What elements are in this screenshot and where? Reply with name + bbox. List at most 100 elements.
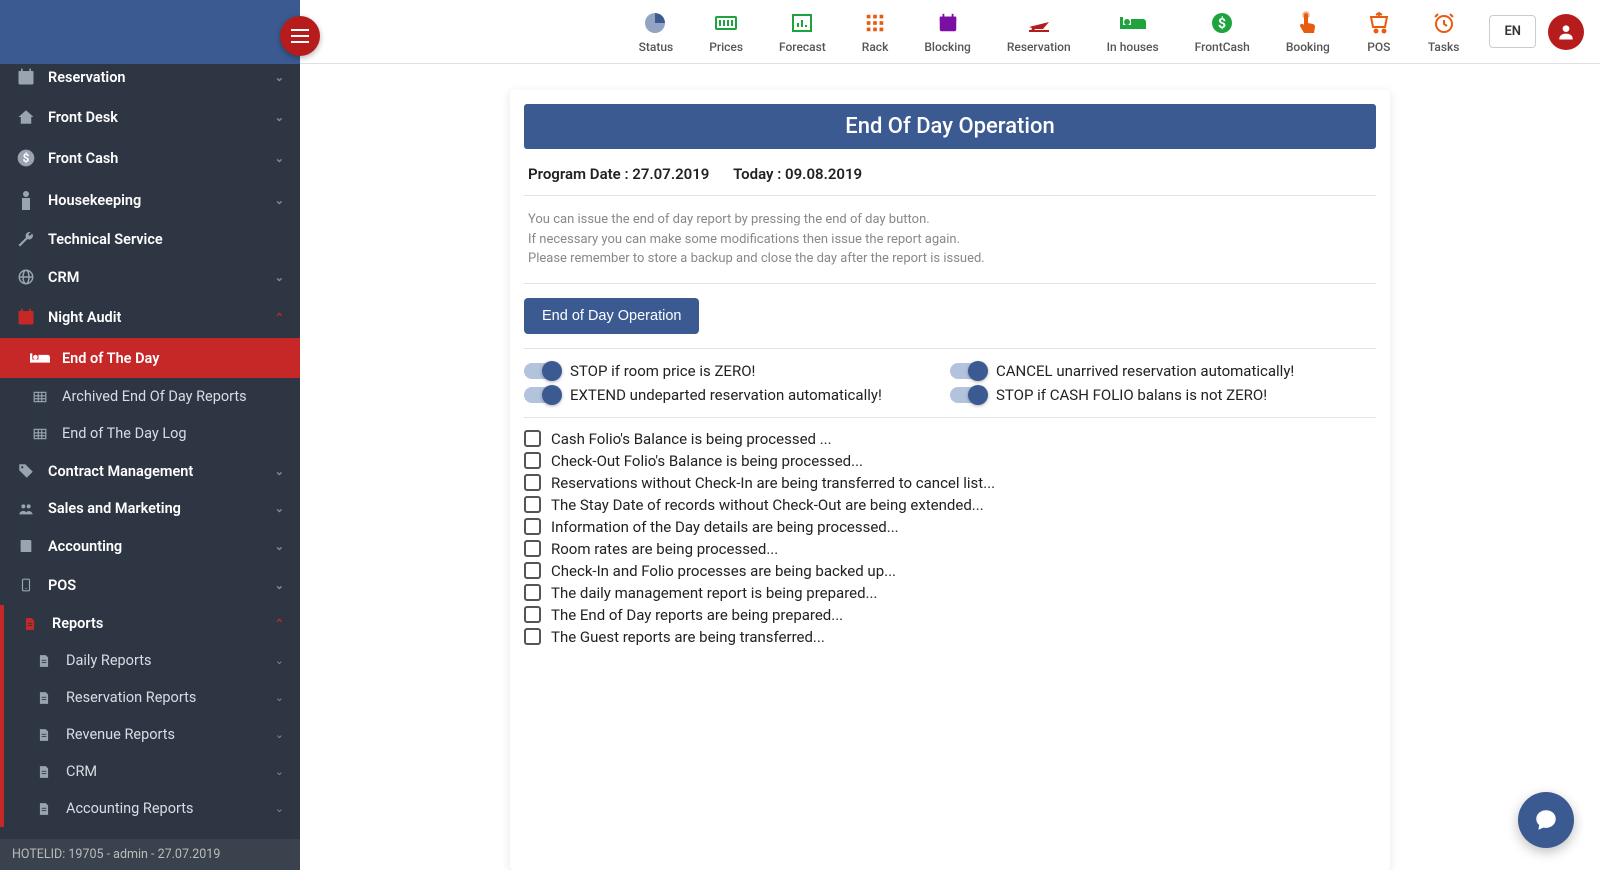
nav-frontcash[interactable]: $FrontCash <box>1177 10 1268 54</box>
globe-icon <box>16 268 36 286</box>
sidebar-item-label: Night Audit <box>48 309 275 326</box>
nav-label: Prices <box>709 40 743 54</box>
money-icon <box>713 10 739 36</box>
chevron-down-icon: ⌄ <box>275 71 284 84</box>
doc-icon <box>34 764 54 780</box>
sidebar-item-label: Contract Management <box>48 463 275 480</box>
chevron-down-icon: ⌄ <box>275 111 284 124</box>
sidebar-item-daily-reports[interactable]: Daily Reports⌄ <box>0 642 300 679</box>
nav-booking[interactable]: Booking <box>1268 10 1348 54</box>
doc-icon <box>20 616 40 632</box>
grid-icon <box>862 10 888 36</box>
card-title: End Of Day Operation <box>524 104 1376 149</box>
checkbox-icon <box>524 606 541 623</box>
nav-status[interactable]: Status <box>621 10 692 54</box>
user-avatar[interactable] <box>1548 14 1584 50</box>
doc-icon <box>34 801 54 817</box>
checkbox-icon <box>524 496 541 513</box>
chevron-down-icon: ⌄ <box>275 502 284 515</box>
nav-in-houses[interactable]: In houses <box>1089 10 1177 54</box>
nav-tasks[interactable]: Tasks <box>1410 10 1478 54</box>
hint-line: Please remember to store a backup and cl… <box>528 249 1372 269</box>
progress-checklist: Cash Folio's Balance is being processed … <box>524 418 1376 654</box>
progress-row: Check-Out Folio's Balance is being proce… <box>524 450 1376 472</box>
toggle-switch[interactable] <box>950 363 984 379</box>
nav-forecast[interactable]: Forecast <box>761 10 844 54</box>
pie-icon <box>643 10 669 36</box>
sidebar-item-front-desk[interactable]: Front Desk⌄ <box>0 98 300 136</box>
chevron-down-icon: ⌄ <box>275 728 284 741</box>
sidebar-item-end-of-the-day-log[interactable]: End of The Day Log <box>0 415 300 452</box>
hint-line: If necessary you can make some modificat… <box>528 230 1372 250</box>
progress-label: Check-In and Folio processes are being b… <box>551 562 896 580</box>
nav-label: Blocking <box>924 40 971 54</box>
sidebar-item-reports[interactable]: Reports⌃ <box>0 605 300 642</box>
toggle-switch[interactable] <box>950 387 984 403</box>
dollar-icon: $ <box>1209 10 1235 36</box>
checkbox-icon <box>524 540 541 557</box>
sidebar-item-label: End of The Day <box>62 350 284 367</box>
nav-reservation[interactable]: Reservation <box>989 10 1089 54</box>
sidebar-item-housekeeping[interactable]: Housekeeping⌄ <box>0 180 300 220</box>
hint-block: You can issue the end of day report by p… <box>524 196 1376 284</box>
nav-label: Tasks <box>1428 40 1460 54</box>
sidebar-item-front-cash[interactable]: $Front Cash⌄ <box>0 136 300 180</box>
toggle-label: EXTEND undeparted reservation automatica… <box>570 386 882 404</box>
sidebar-item-revenue-reports[interactable]: Revenue Reports⌄ <box>0 716 300 753</box>
progress-row: The End of Day reports are being prepare… <box>524 604 1376 626</box>
chevron-down-icon: ⌄ <box>275 465 284 478</box>
bed-icon <box>30 348 50 368</box>
nav-pos[interactable]: POS <box>1348 10 1410 54</box>
checkbox-icon <box>524 562 541 579</box>
progress-row: Reservations without Check-In are being … <box>524 472 1376 494</box>
progress-label: The End of Day reports are being prepare… <box>551 606 843 624</box>
sidebar-item-end-of-the-day[interactable]: End of The Day <box>0 338 300 378</box>
sidebar-item-reservation-reports[interactable]: Reservation Reports⌄ <box>0 679 300 716</box>
chevron-down-icon: ⌄ <box>275 802 284 815</box>
sidebar-item-archived-end-of-day-reports[interactable]: Archived End Of Day Reports <box>0 378 300 415</box>
today-date: Today : 09.08.2019 <box>733 165 862 183</box>
sidebar-item-crm[interactable]: CRM⌄ <box>0 753 300 790</box>
sidebar-item-label: Revenue Reports <box>66 726 275 743</box>
tag-icon <box>16 462 36 480</box>
chevron-down-icon: ⌄ <box>275 271 284 284</box>
sidebar-item-label: CRM <box>66 763 275 780</box>
chevron-down-icon: ⌄ <box>275 194 284 207</box>
sidebar-item-contract-management[interactable]: Contract Management⌄ <box>0 452 300 490</box>
progress-row: The daily management report is being pre… <box>524 582 1376 604</box>
chevron-down-icon: ⌄ <box>275 691 284 704</box>
sidebar-item-label: Archived End Of Day Reports <box>62 388 284 405</box>
calendar-icon <box>16 306 36 328</box>
sidebar-item-sales-and-marketing[interactable]: Sales and Marketing⌄ <box>0 490 300 527</box>
home-icon <box>16 108 36 126</box>
sidebar-item-night-audit[interactable]: Night Audit⌃ <box>0 296 300 338</box>
toggle-switch[interactable] <box>524 387 558 403</box>
person-icon <box>16 190 36 210</box>
toggle-row: CANCEL unarrived reservation automatical… <box>950 359 1376 383</box>
doc-icon <box>34 690 54 706</box>
sidebar-item-label: Front Desk <box>48 109 275 126</box>
chevron-down-icon: ⌄ <box>275 152 284 165</box>
sidebar-item-technical-service[interactable]: Technical Service <box>0 220 300 258</box>
chat-button[interactable] <box>1518 792 1574 848</box>
eod-button[interactable]: End of Day Operation <box>524 298 699 334</box>
progress-label: The Stay Date of records without Check-O… <box>551 496 984 514</box>
sidebar-item-accounting-reports[interactable]: Accounting Reports⌄ <box>0 790 300 827</box>
progress-row: Check-In and Folio processes are being b… <box>524 560 1376 582</box>
nav-rack[interactable]: Rack <box>844 10 907 54</box>
language-button[interactable]: EN <box>1489 15 1536 48</box>
sidebar-item-crm[interactable]: CRM⌄ <box>0 258 300 296</box>
sidebar-item-pos[interactable]: POS⌄ <box>0 565 300 605</box>
people-icon <box>16 501 36 517</box>
sidebar-item-label: Daily Reports <box>66 652 275 669</box>
sidebar: Reservation⌄Front Desk⌄$Front Cash⌄House… <box>0 0 300 870</box>
toggle-switch[interactable] <box>524 363 558 379</box>
hint-line: You can issue the end of day report by p… <box>528 210 1372 230</box>
nav-blocking[interactable]: Blocking <box>906 10 989 54</box>
doc-icon <box>34 653 54 669</box>
menu-toggle-button[interactable] <box>280 16 320 56</box>
sidebar-item-accounting[interactable]: Accounting⌄ <box>0 527 300 565</box>
progress-label: Reservations without Check-In are being … <box>551 474 995 492</box>
nav-prices[interactable]: Prices <box>691 10 761 54</box>
svg-text:$: $ <box>23 151 30 165</box>
